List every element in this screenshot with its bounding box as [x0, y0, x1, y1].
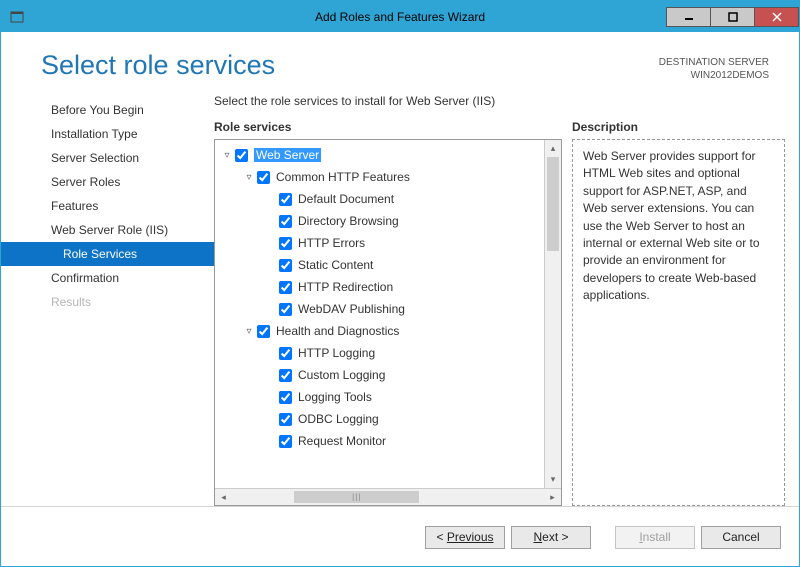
tree-item-label: Default Document: [298, 192, 394, 206]
tree-checkbox[interactable]: [279, 347, 292, 360]
tree-checkbox[interactable]: [279, 413, 292, 426]
tree-item-label: HTTP Redirection: [298, 280, 393, 294]
page-title: Select role services: [41, 50, 275, 81]
tree-item-label: Static Content: [298, 258, 373, 272]
minimize-button[interactable]: [666, 7, 711, 27]
install-button[interactable]: Install: [615, 526, 695, 549]
scroll-up-icon[interactable]: ▴: [545, 140, 561, 157]
tree-checkbox[interactable]: [257, 325, 270, 338]
role-services-tree[interactable]: ▿ Web Server ▿ Common HTTP Features Default …: [214, 139, 562, 506]
description-text: Web Server provides support for HTML Web…: [572, 139, 785, 506]
tree-item-directory-browsing[interactable]: Directory Browsing: [215, 210, 561, 232]
sidebar-item-server-selection[interactable]: Server Selection: [1, 146, 214, 170]
tree-item-request-monitor[interactable]: Request Monitor: [215, 430, 561, 452]
tree-item-label: HTTP Errors: [298, 236, 365, 250]
tree-item-default-document[interactable]: Default Document: [215, 188, 561, 210]
tree-item-common-http-features[interactable]: ▿ Common HTTP Features: [215, 166, 561, 188]
sidebar-item-features[interactable]: Features: [1, 194, 214, 218]
expander-icon[interactable]: ▿: [243, 172, 255, 183]
description-label: Description: [572, 120, 785, 134]
expander-icon[interactable]: ▿: [221, 150, 233, 161]
vertical-scrollbar[interactable]: ▴ ▾: [544, 140, 561, 488]
tree-item-custom-logging[interactable]: Custom Logging: [215, 364, 561, 386]
cancel-button[interactable]: Cancel: [701, 526, 781, 549]
tree-pane-label: Role services: [214, 120, 562, 134]
tree-item-label: Custom Logging: [298, 368, 385, 382]
maximize-button[interactable]: [710, 7, 755, 27]
horizontal-scrollbar[interactable]: ◂ ||| ▸: [215, 488, 561, 505]
tree-checkbox[interactable]: [279, 259, 292, 272]
tree-item-odbc-logging[interactable]: ODBC Logging: [215, 408, 561, 430]
sidebar-item-installation-type[interactable]: Installation Type: [1, 122, 214, 146]
tree-checkbox[interactable]: [279, 237, 292, 250]
tree-item-label: Request Monitor: [298, 434, 386, 448]
hscroll-thumb[interactable]: |||: [294, 491, 419, 503]
tree-item-label: Directory Browsing: [298, 214, 399, 228]
tree-checkbox[interactable]: [257, 171, 270, 184]
tree-checkbox[interactable]: [279, 391, 292, 404]
tree-checkbox[interactable]: [279, 193, 292, 206]
wizard-sidebar: Before You BeginInstallation TypeServer …: [1, 88, 214, 506]
close-icon: [772, 12, 782, 22]
scroll-left-icon[interactable]: ◂: [215, 489, 232, 505]
tree-item-webdav-publishing[interactable]: WebDAV Publishing: [215, 298, 561, 320]
sidebar-item-web-server-role-iis-[interactable]: Web Server Role (IIS): [1, 218, 214, 242]
sidebar-item-confirmation[interactable]: Confirmation: [1, 266, 214, 290]
tree-item-http-errors[interactable]: HTTP Errors: [215, 232, 561, 254]
tree-item-label: Logging Tools: [298, 390, 372, 404]
tree-checkbox[interactable]: [279, 369, 292, 382]
previous-button[interactable]: < Previous: [425, 526, 505, 549]
tree-item-label: Common HTTP Features: [276, 170, 410, 184]
tree-item-label: WebDAV Publishing: [298, 302, 405, 316]
instruction-text: Select the role services to install for …: [214, 88, 785, 120]
tree-item-label: HTTP Logging: [298, 346, 375, 360]
expander-icon[interactable]: ▿: [243, 326, 255, 337]
scroll-right-icon[interactable]: ▸: [544, 489, 561, 505]
sidebar-item-results: Results: [1, 290, 214, 314]
destination-info: DESTINATION SERVER WIN2012DEMOS: [659, 50, 769, 82]
tree-item-logging-tools[interactable]: Logging Tools: [215, 386, 561, 408]
tree-item-label: ODBC Logging: [298, 412, 379, 426]
next-button[interactable]: Next >: [511, 526, 591, 549]
tree-item-http-logging[interactable]: HTTP Logging: [215, 342, 561, 364]
wizard-footer: < Previous Next > Install Cancel: [1, 506, 799, 567]
tree-checkbox[interactable]: [279, 303, 292, 316]
tree-item-label: Health and Diagnostics: [276, 324, 399, 338]
sidebar-item-before-you-begin[interactable]: Before You Begin: [1, 98, 214, 122]
titlebar[interactable]: Add Roles and Features Wizard: [1, 1, 799, 32]
sidebar-item-server-roles[interactable]: Server Roles: [1, 170, 214, 194]
tree-item-web-server[interactable]: ▿ Web Server: [215, 144, 561, 166]
sidebar-item-role-services[interactable]: Role Services: [1, 242, 214, 266]
tree-item-health-and-diagnostics[interactable]: ▿ Health and Diagnostics: [215, 320, 561, 342]
maximize-icon: [728, 12, 738, 22]
close-button[interactable]: [754, 7, 799, 27]
minimize-icon: [684, 12, 694, 22]
destination-label: DESTINATION SERVER: [659, 56, 769, 69]
tree-checkbox[interactable]: [235, 149, 248, 162]
scroll-down-icon[interactable]: ▾: [545, 471, 561, 488]
tree-item-label: Web Server: [254, 148, 321, 162]
tree-checkbox[interactable]: [279, 215, 292, 228]
destination-value: WIN2012DEMOS: [659, 69, 769, 82]
tree-item-http-redirection[interactable]: HTTP Redirection: [215, 276, 561, 298]
tree-item-static-content[interactable]: Static Content: [215, 254, 561, 276]
vscroll-thumb[interactable]: [547, 157, 559, 251]
tree-checkbox[interactable]: [279, 281, 292, 294]
tree-checkbox[interactable]: [279, 435, 292, 448]
